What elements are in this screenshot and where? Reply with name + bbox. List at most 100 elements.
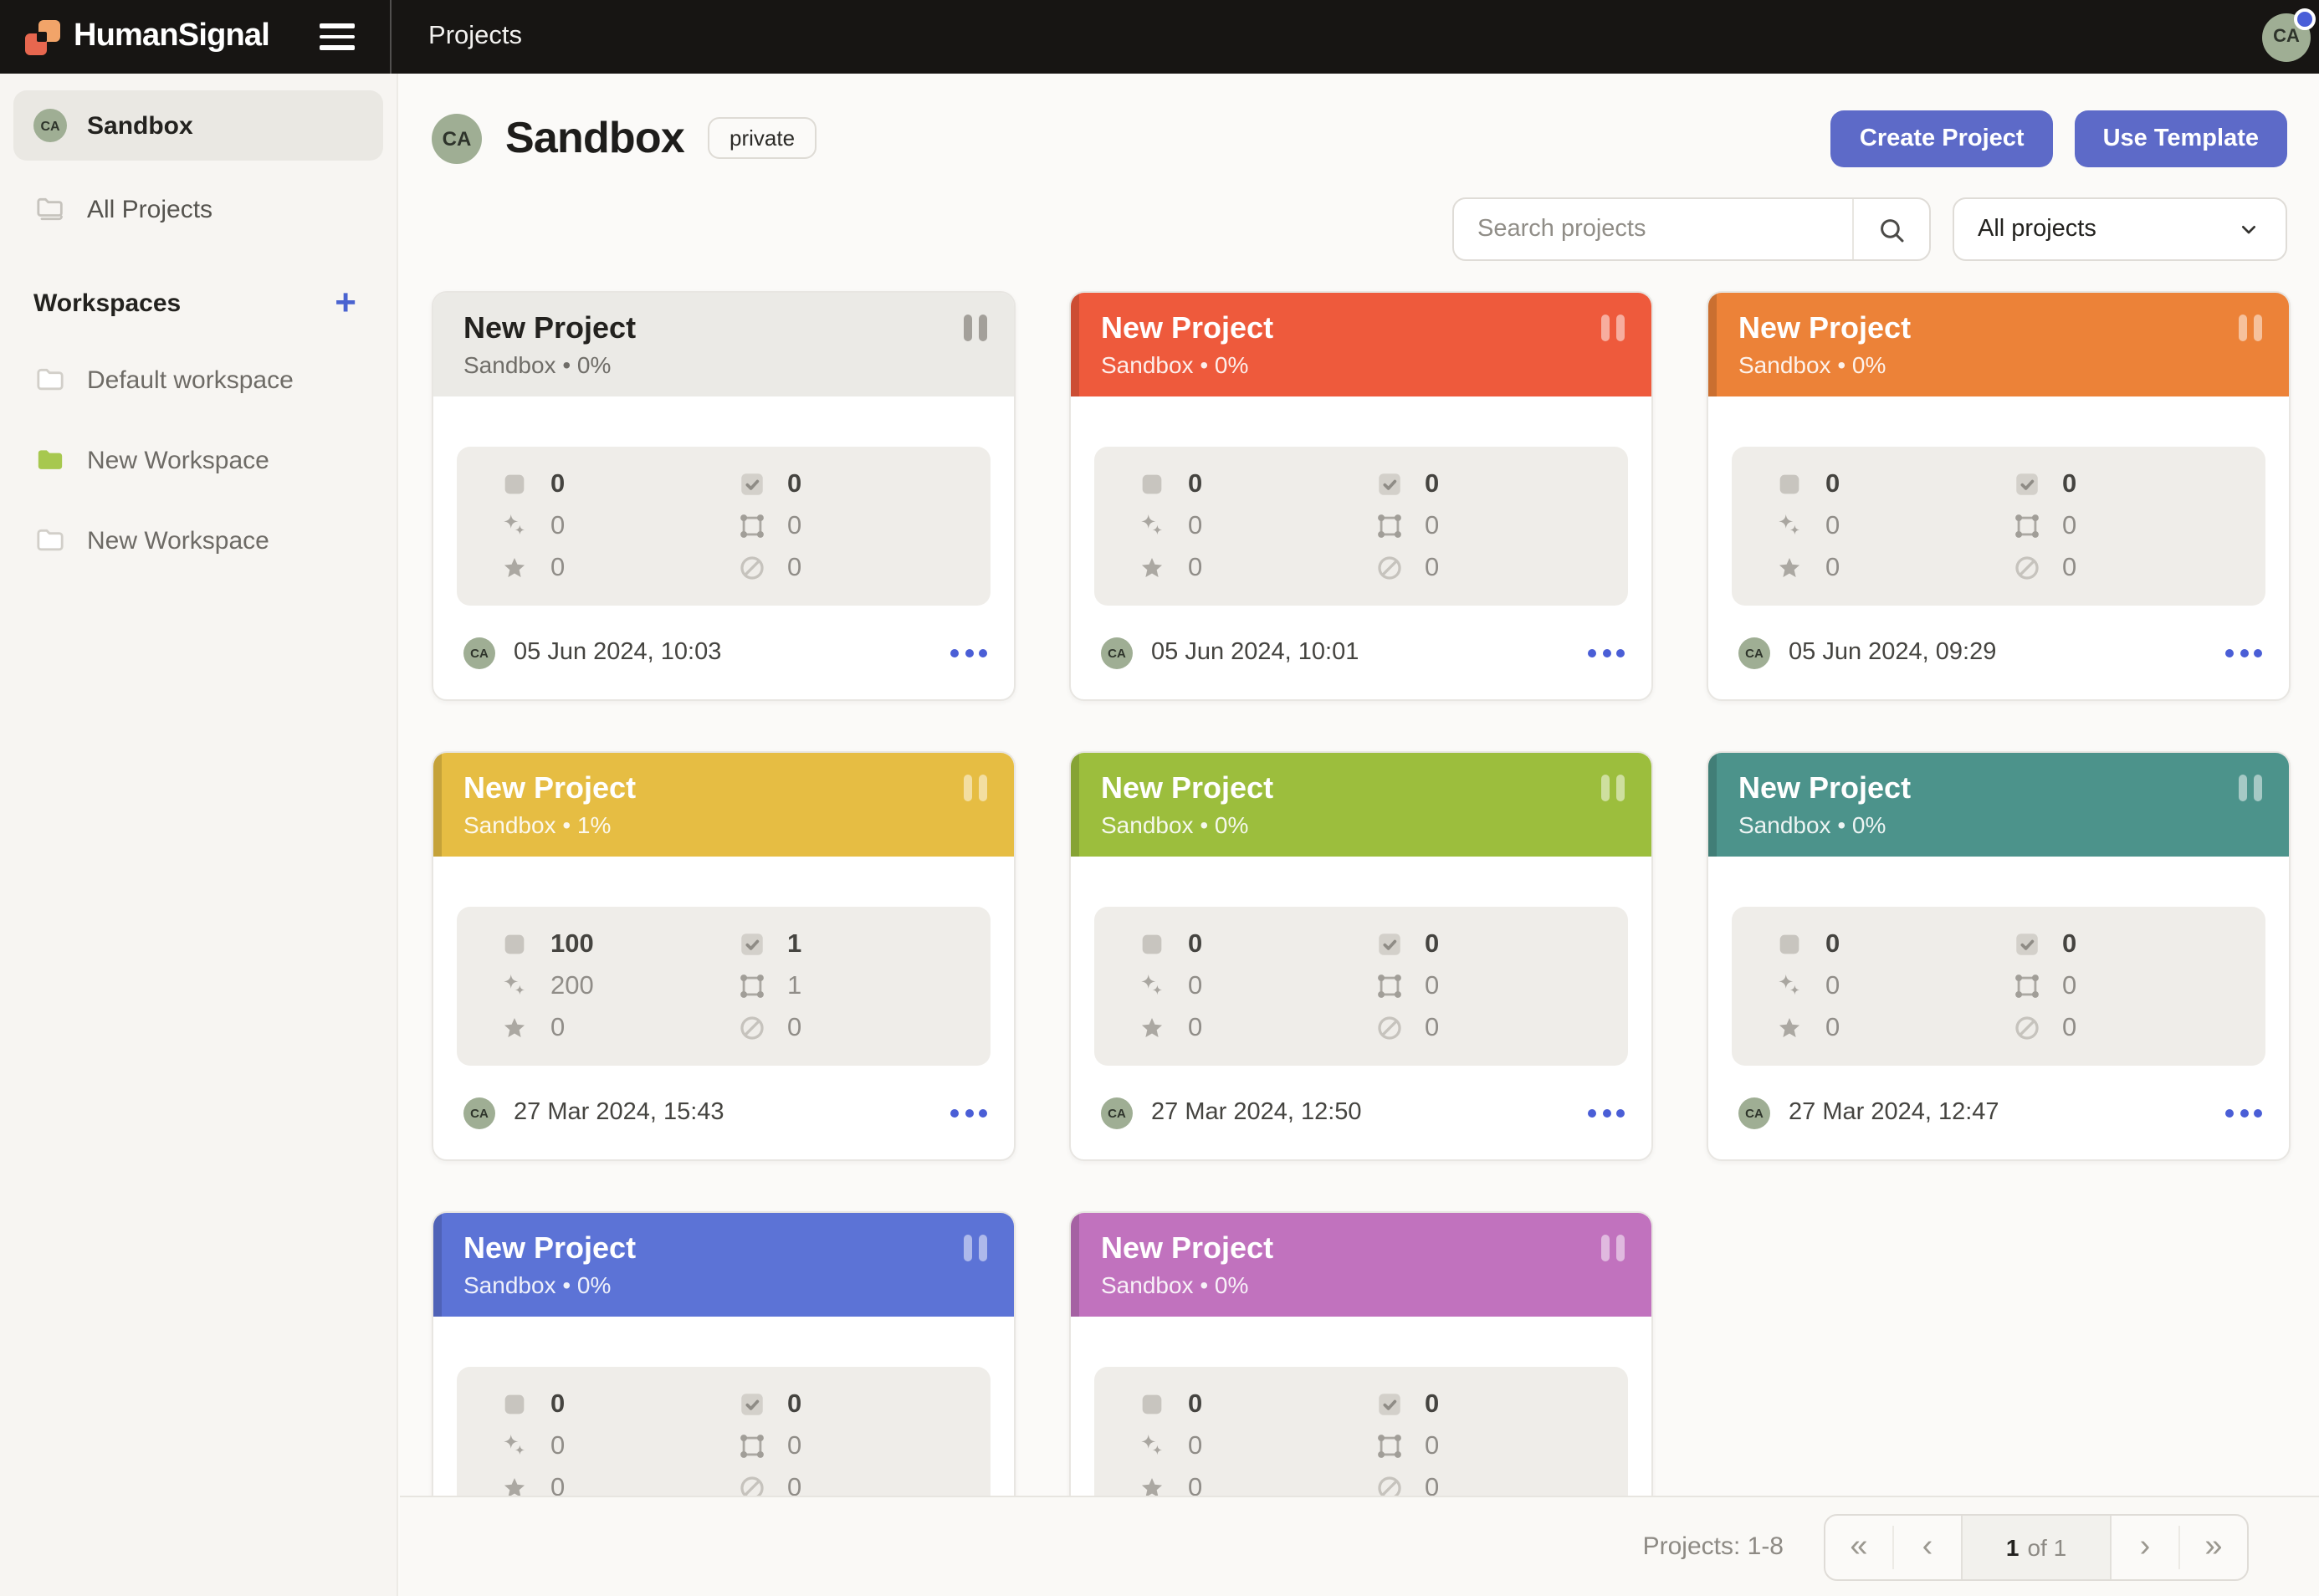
tasks-icon (500, 930, 529, 959)
tasks-icon (1775, 930, 1804, 959)
stat-finished-tasks: 0 (1375, 467, 1611, 502)
projects-grid: New Project Sandbox • 0% 0 0 (432, 291, 2291, 1596)
sidebar-item-new-workspace[interactable]: New Workspace (13, 432, 383, 489)
pause-icon (1601, 315, 1625, 341)
hamburger-menu-icon[interactable] (320, 24, 355, 50)
stat-tasks: 0 (1138, 467, 1375, 502)
project-card[interactable]: New Project Sandbox • 0% 0 0 (432, 291, 1016, 701)
workspace-folder-icon (33, 443, 67, 477)
project-subtitle: Sandbox • 0% (1738, 811, 2289, 838)
stat-regions: 0 (2012, 969, 2249, 1004)
chevron-down-icon (2235, 216, 2262, 243)
skipped-icon (1375, 554, 1403, 582)
sidebar-item-sandbox[interactable]: CA Sandbox (13, 90, 383, 161)
finished-tasks-icon (1375, 1390, 1403, 1419)
finished-tasks-icon (1375, 470, 1403, 499)
stat-ground-truths: 0 (500, 550, 737, 586)
sidebar-item-default-workspace[interactable]: Default workspace (13, 351, 383, 408)
card-menu-icon[interactable] (2225, 648, 2262, 657)
brand-name: HumanSignal (74, 18, 269, 55)
ground-truth-icon (500, 1014, 529, 1042)
project-stats: 0 0 0 (1094, 447, 1628, 606)
project-title: New Project (1101, 1231, 1651, 1266)
sidebar-item-all-projects[interactable]: All Projects (13, 181, 383, 238)
project-card[interactable]: New Project Sandbox • 1% 100 1 (432, 751, 1016, 1161)
project-card-footer: CA 05 Jun 2024, 09:29 (1738, 631, 2262, 674)
stat-skipped: 0 (737, 550, 974, 586)
regions-icon (2012, 972, 2040, 1000)
prev-page-button[interactable]: ‹ (1894, 1515, 1961, 1578)
stat-ground-truths: 0 (1775, 1010, 2012, 1046)
ground-truth-icon (1775, 554, 1804, 582)
stat-tasks: 0 (500, 467, 737, 502)
project-card[interactable]: New Project Sandbox • 0% 0 0 (1069, 291, 1653, 701)
avatar: CA (1101, 637, 1133, 668)
project-card[interactable]: New Project Sandbox • 0% 0 0 (1707, 291, 2291, 701)
workspace-title: Sandbox (505, 112, 684, 164)
project-date: 05 Jun 2024, 10:01 (1151, 639, 1359, 666)
project-title: New Project (463, 311, 1014, 345)
stat-predictions: 0 (1775, 969, 2012, 1004)
predictions-icon (1138, 972, 1166, 1000)
avatar: CA (432, 113, 482, 163)
stat-skipped: 0 (1375, 550, 1611, 586)
predictions-icon (1138, 512, 1166, 540)
topbar-divider (390, 0, 392, 74)
project-card[interactable]: New Project Sandbox • 0% 0 0 (1069, 751, 1653, 1161)
project-card[interactable]: New Project Sandbox • 0% 0 0 (1707, 751, 2291, 1161)
topbar: HumanSignal Projects CA (0, 0, 2319, 74)
pagination-bar: Projects: 1-8 « ‹ 1 of 1 › » (400, 1496, 2319, 1596)
project-subtitle: Sandbox • 0% (1738, 351, 2289, 378)
project-date: 05 Jun 2024, 10:03 (514, 639, 721, 666)
stat-ground-truths: 0 (500, 1010, 737, 1046)
stat-tasks: 0 (1775, 467, 2012, 502)
add-workspace-button[interactable]: + (335, 284, 356, 321)
card-menu-icon[interactable] (950, 1108, 987, 1117)
use-template-button[interactable]: Use Template (2075, 110, 2287, 167)
card-menu-icon[interactable] (950, 648, 987, 657)
project-stats: 0 0 0 (1732, 447, 2265, 606)
tasks-icon (1138, 1390, 1166, 1419)
search-button[interactable] (1852, 199, 1929, 259)
ground-truth-icon (500, 554, 529, 582)
first-page-button[interactable]: « (1825, 1515, 1892, 1578)
card-menu-icon[interactable] (1588, 648, 1625, 657)
regions-icon (1375, 972, 1403, 1000)
pause-icon (964, 315, 987, 341)
project-card-header: New Project Sandbox • 0% (1071, 1213, 1651, 1317)
card-menu-icon[interactable] (2225, 1108, 2262, 1117)
user-avatar[interactable]: CA (2262, 13, 2311, 61)
pause-icon (1601, 775, 1625, 801)
stat-regions: 0 (1375, 969, 1611, 1004)
next-page-button[interactable]: › (2112, 1515, 2178, 1578)
create-project-button[interactable]: Create Project (1831, 110, 2053, 167)
main-content: CA Sandbox private Create Project Use Te… (400, 74, 2319, 1596)
ground-truth-icon (1775, 1014, 1804, 1042)
projects-filter-value: All projects (1978, 216, 2096, 243)
pause-icon (1601, 1235, 1625, 1261)
projects-filter-select[interactable]: All projects (1953, 197, 2287, 261)
last-page-button[interactable]: » (2180, 1515, 2247, 1578)
stat-predictions: 0 (1775, 509, 2012, 544)
sidebar-item-new-workspace[interactable]: New Workspace (13, 512, 383, 569)
user-avatar-initials: CA (2273, 27, 2300, 47)
project-stats: 100 1 200 (457, 907, 991, 1066)
stat-predictions: 0 (500, 509, 737, 544)
stat-regions: 0 (737, 1429, 974, 1464)
project-subtitle: Sandbox • 0% (463, 1271, 1014, 1298)
avatar: CA (1101, 1097, 1133, 1128)
stat-predictions: 0 (500, 1429, 737, 1464)
search-input[interactable] (1454, 216, 1852, 243)
visibility-badge: private (708, 117, 817, 159)
card-menu-icon[interactable] (1588, 1108, 1625, 1117)
finished-tasks-icon (2012, 930, 2040, 959)
search-box (1452, 197, 1931, 261)
project-subtitle: Sandbox • 0% (1101, 351, 1651, 378)
stat-skipped: 0 (737, 1010, 974, 1046)
project-card-header: New Project Sandbox • 0% (433, 1213, 1014, 1317)
tasks-icon (1138, 930, 1166, 959)
regions-icon (1375, 512, 1403, 540)
project-subtitle: Sandbox • 0% (1101, 1271, 1651, 1298)
stat-skipped: 0 (2012, 550, 2249, 586)
pause-icon (964, 1235, 987, 1261)
